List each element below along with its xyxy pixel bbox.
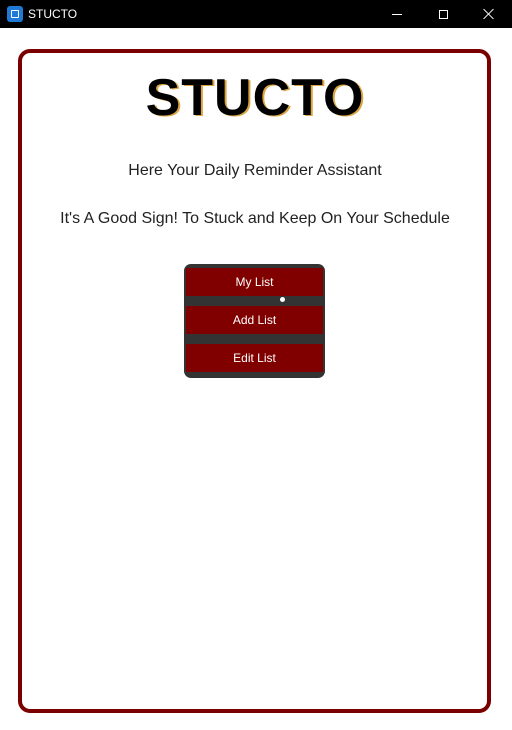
minimize-icon [392, 13, 402, 15]
window-title: STUCTO [28, 7, 78, 21]
tagline: It's A Good Sign! To Stuck and Keep On Y… [60, 210, 450, 227]
minimize-button[interactable] [374, 0, 420, 28]
maximize-button[interactable] [420, 0, 466, 28]
menu-panel: My List Add List Edit List [184, 264, 325, 378]
maximize-icon [438, 9, 448, 19]
content-frame [18, 49, 491, 713]
subtitle: Here Your Daily Reminder Assistant [128, 162, 382, 179]
close-button[interactable] [466, 0, 512, 28]
mouse-cursor-dot [280, 297, 285, 302]
app-window-icon [7, 6, 23, 22]
edit-list-button[interactable]: Edit List [186, 344, 323, 372]
window-titlebar[interactable]: STUCTO [0, 0, 512, 28]
close-icon [483, 8, 495, 20]
app-title: STUCTO [145, 69, 365, 127]
add-list-button[interactable]: Add List [186, 306, 323, 334]
my-list-button[interactable]: My List [186, 268, 323, 296]
main-content: STUCTO Here Your Daily Reminder Assistan… [0, 28, 512, 730]
